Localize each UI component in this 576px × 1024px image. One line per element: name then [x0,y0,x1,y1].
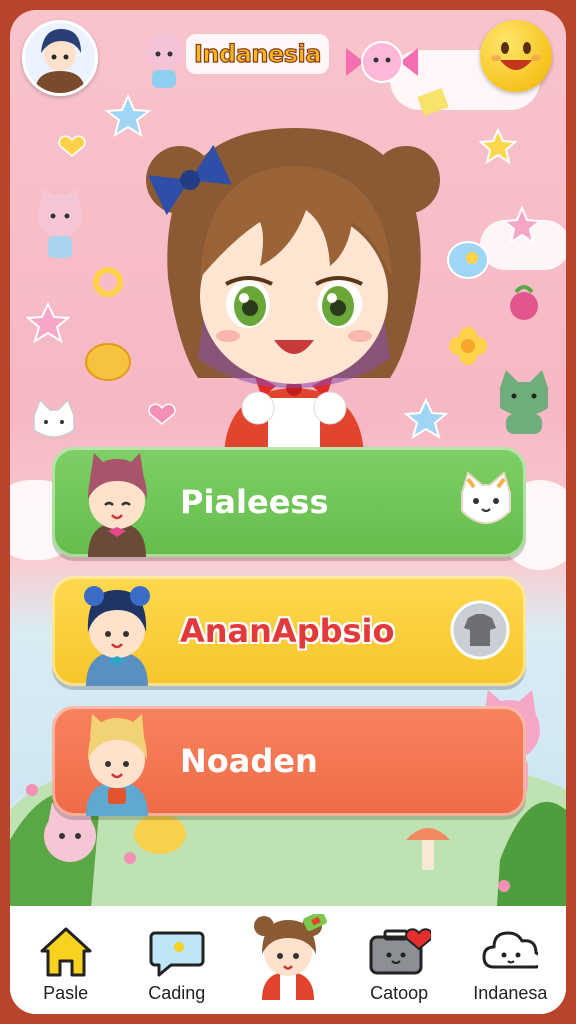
nav-label: Indanesa [473,983,548,1003]
profile-avatar-button[interactable] [22,20,98,96]
character-icon [253,914,327,1000]
menu-button-noaden[interactable]: Noaden [52,706,526,816]
app-title-text: Indanesia [193,39,322,68]
cloud-face-icon [482,931,539,969]
nav-item-catoop[interactable]: Catoop [347,908,451,1004]
nav-item-character[interactable] [236,908,340,1004]
menu-button-pialeess[interactable]: Pialeess [52,447,526,557]
app-title: Indanesia [186,34,329,74]
menu-label: Noaden [180,742,318,780]
nav-label: Catoop [370,983,429,1003]
menu-label: Pialeess [180,483,329,521]
chat-bubble-icon [149,931,205,977]
nav-label: Pasle [43,983,89,1003]
app-frame: Indanesia Pialeess AnanApbsio Noaden Pas… [10,10,566,1014]
home-icon [40,927,92,977]
character-avatar-icon [88,453,147,557]
bottom-navigation: Pasle Cading Catoop Indanesa [10,906,566,1014]
nav-item-cading[interactable]: Cading [125,908,229,1004]
hero-character-illustration [146,128,440,460]
mood-button[interactable] [480,20,552,92]
nav-label: Cading [148,983,206,1003]
smiley-icon [491,42,541,70]
menu-label: AnanApbsio [180,612,395,650]
character-avatar-icon [84,586,150,686]
profile-avatar-icon [25,23,95,93]
cat-face-icon [461,471,511,524]
menu-button-ananapbsio[interactable]: AnanApbsio [52,576,526,686]
nav-item-indanesa[interactable]: Indanesa [458,908,562,1004]
character-avatar-icon [86,714,148,816]
shirt-icon [450,600,510,660]
suitcase-heart-icon [369,928,432,975]
nav-item-pasle[interactable]: Pasle [14,908,118,1004]
